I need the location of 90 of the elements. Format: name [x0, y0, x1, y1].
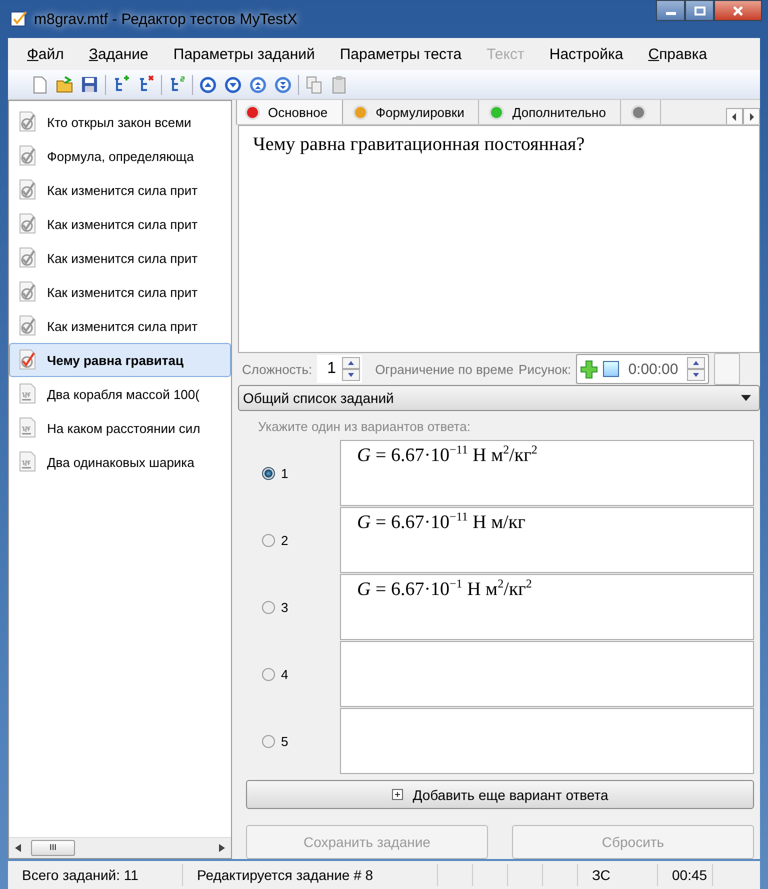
spin-down-icon[interactable] — [342, 369, 360, 381]
maximize-button[interactable] — [685, 0, 714, 21]
time-limit-label: Ограничение по време — [375, 362, 514, 376]
answer-field[interactable] — [340, 641, 754, 707]
scroll-thumb[interactable]: III — [31, 840, 75, 856]
move-bottom-icon[interactable] — [273, 74, 293, 94]
task-list-dropdown[interactable]: Общий список заданий — [238, 385, 760, 411]
answer-number: 3 — [281, 600, 288, 615]
time-value: 0:00:00 — [628, 360, 678, 378]
document-check-icon — [17, 179, 37, 201]
document-number-icon — [17, 417, 37, 439]
document-check-icon — [17, 247, 37, 269]
menu-item[interactable]: Файл — [18, 46, 72, 62]
spin-up-icon[interactable] — [342, 357, 360, 369]
save-icon[interactable] — [80, 74, 100, 94]
document-check-icon — [17, 145, 37, 167]
task-item[interactable]: Как изменится сила прит — [9, 275, 231, 309]
document-check-icon — [17, 349, 37, 371]
task-item[interactable]: Два одинаковых шарика — [9, 445, 231, 479]
maximize-icon — [694, 6, 706, 16]
window-title: m8grav.mtf - Редактор тестов MyTestX — [34, 10, 298, 28]
document-number-icon — [17, 451, 37, 473]
add-answer-button[interactable]: Добавить еще вариант ответа — [246, 780, 754, 809]
open-folder-icon[interactable] — [55, 74, 75, 94]
answer-number: 5 — [281, 734, 288, 749]
answer-number: 2 — [281, 533, 288, 548]
formula-text: G = 6.67·10$^{−1}$ Н м$^{2}$/кг$^{2}$ — [357, 579, 532, 600]
difficulty-spinbox[interactable]: 1 — [317, 355, 362, 383]
radio-button[interactable] — [262, 668, 275, 681]
answer-field[interactable]: G = 6.67·10$^{−1}$ Н м$^{2}$/кг$^{2}$ — [340, 574, 754, 640]
task-item[interactable]: Два корабля массой 100( — [9, 377, 231, 411]
status-text: ЗС — [578, 864, 658, 886]
task-item[interactable]: Как изменится сила прит — [9, 309, 231, 343]
move-down-icon[interactable] — [223, 74, 243, 94]
answers-hint: Укажите один из вариантов ответа: — [257, 418, 472, 436]
picture-label: Рисунок: — [518, 362, 572, 376]
task-item[interactable]: Как изменится сила прит — [9, 173, 231, 207]
task-item[interactable]: Как изменится сила прит — [9, 207, 231, 241]
minimize-icon — [666, 12, 676, 15]
scroll-left-icon[interactable] — [15, 844, 21, 852]
checkbox-app-icon — [10, 10, 28, 28]
status-text: Всего заданий: 11 — [8, 864, 183, 886]
menu-item[interactable]: Параметры теста — [330, 46, 470, 62]
document-check-icon — [17, 213, 37, 235]
document-check-icon — [17, 315, 37, 337]
task-item[interactable]: Как изменится сила прит — [9, 241, 231, 275]
menu-item[interactable]: Справка — [639, 46, 716, 62]
tab[interactable]: Основное — [236, 100, 343, 124]
formula-text: G = 6.67·10$^{−11}$ Н м$^{2}$/кг$^{2}$ — [357, 445, 538, 466]
spin-down-icon[interactable] — [687, 369, 706, 381]
document-number-icon — [17, 383, 37, 405]
status-text: 00:45 — [658, 864, 713, 886]
document-check-icon — [17, 111, 37, 133]
difficulty-label: Сложность: — [242, 362, 312, 376]
answer-number: 1 — [281, 466, 288, 481]
close-button[interactable] — [714, 0, 762, 21]
spin-up-icon[interactable] — [687, 357, 706, 369]
formula-text: G = 6.67·10$^{−11}$ Н м/кг — [357, 512, 526, 534]
status-text: Редактируется задание # 8 — [183, 864, 438, 886]
menu-item[interactable]: Настройка — [540, 46, 632, 62]
question-editor[interactable]: Чему равна гравитационная постоянная? — [238, 125, 760, 353]
time-limit-checkbox[interactable] — [603, 361, 620, 377]
plus-box-icon — [392, 789, 403, 800]
horizontal-scrollbar[interactable]: III — [9, 837, 231, 858]
close-icon — [732, 4, 744, 16]
move-top-icon[interactable] — [248, 74, 268, 94]
document-check-icon — [17, 281, 37, 303]
answer-number: 4 — [281, 667, 288, 682]
radio-button[interactable] — [262, 601, 275, 614]
scroll-right-icon[interactable] — [219, 844, 225, 852]
copy-icon[interactable] — [304, 74, 324, 94]
answer-field[interactable] — [340, 708, 754, 774]
scroll-left-icon[interactable] — [726, 108, 743, 124]
radio-button[interactable] — [262, 735, 275, 748]
move-up-icon[interactable] — [198, 74, 218, 94]
menu-item[interactable]: Параметры заданий — [164, 46, 323, 62]
task-item[interactable]: На каком расстоянии сил — [9, 411, 231, 445]
scroll-right-icon[interactable] — [743, 108, 760, 124]
radio-button[interactable] — [262, 467, 275, 480]
caret-icon — [741, 395, 751, 401]
task-item[interactable]: Чему равна гравитац — [9, 343, 231, 377]
minimize-button[interactable] — [656, 0, 685, 21]
answer-field[interactable]: G = 6.67·10$^{−11}$ Н м$^{2}$/кг$^{2}$ — [340, 440, 754, 506]
question-text: Чему равна гравитационная постоянная? — [253, 134, 585, 155]
menu-item[interactable]: Задание — [80, 46, 156, 62]
plus-icon[interactable] — [580, 359, 598, 379]
task-item[interactable]: Кто открыл закон всеми — [9, 105, 231, 139]
radio-button[interactable] — [262, 534, 275, 547]
task-item[interactable]: Формула, определяюща — [9, 139, 231, 173]
answer-field[interactable]: G = 6.67·10$^{−11}$ Н м/кг — [340, 507, 754, 573]
